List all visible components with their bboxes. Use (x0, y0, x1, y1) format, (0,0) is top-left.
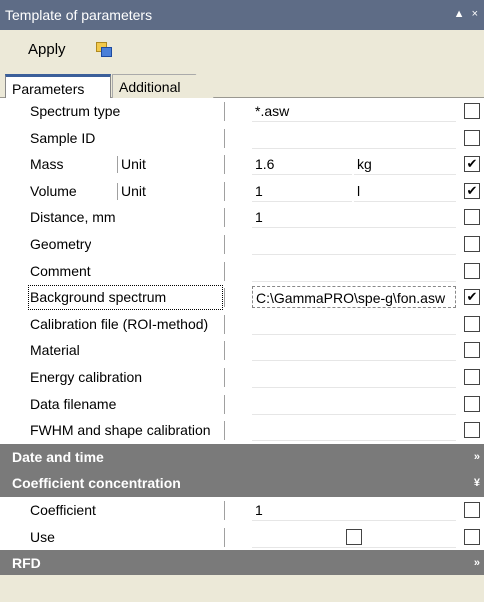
geometry-field[interactable] (252, 232, 456, 255)
section-coefficient-concentration[interactable]: Coefficient concentration ¥ (0, 470, 484, 497)
tab-additional[interactable]: Additional (112, 74, 214, 98)
energy-calibration-field[interactable] (252, 365, 456, 388)
comment-field[interactable] (252, 259, 456, 282)
unit-label: Unit (117, 151, 146, 178)
energy-calibration-checkbox[interactable] (464, 368, 480, 385)
distance-field[interactable]: 1 (252, 206, 456, 229)
data-filename-field[interactable] (252, 392, 456, 415)
material-checkbox[interactable] (464, 342, 480, 359)
calibration-file-field[interactable] (252, 312, 456, 335)
volume-unit-field[interactable]: l (354, 179, 456, 202)
sample-id-checkbox[interactable] (464, 129, 480, 146)
volume-checkbox[interactable]: ✔ (464, 182, 480, 199)
distance-checkbox[interactable] (464, 209, 480, 226)
mass-field[interactable]: 1.6 (252, 153, 352, 176)
row-label: FWHM and shape calibration (30, 422, 211, 439)
section-label: RFD (12, 555, 41, 572)
section-label: Coefficient concentration (12, 475, 181, 492)
row-use[interactable]: Use (0, 523, 484, 551)
mass-checkbox[interactable]: ✔ (464, 156, 480, 173)
collapse-icon[interactable]: ¥ (474, 470, 480, 497)
row-label: Calibration file (ROI-method) (30, 315, 209, 332)
row-label: Energy calibration (30, 368, 143, 385)
row-label: Spectrum type (30, 103, 121, 119)
section-date-time[interactable]: Date and time » (0, 443, 484, 471)
row-calibration-file[interactable]: Calibration file (ROI-method) (0, 310, 484, 338)
row-label: Data filename (30, 395, 117, 412)
sample-id-field[interactable] (252, 126, 456, 149)
row-label: Mass (30, 156, 64, 173)
window-title: Template of parameters (5, 7, 153, 23)
row-comment[interactable]: Comment (0, 257, 484, 285)
row-label: Sample ID (30, 129, 96, 146)
toolbar: Apply (0, 30, 484, 68)
row-label: Distance, mm (30, 209, 116, 226)
spectrum-type-field[interactable]: *.asw (252, 100, 456, 122)
section-label: Date and time (12, 448, 104, 465)
apply-button[interactable]: Apply (28, 41, 66, 58)
row-mass[interactable]: Mass Unit 1.6 kg ✔ (0, 151, 484, 178)
spectrum-type-checkbox[interactable] (464, 103, 480, 119)
row-sample-id[interactable]: Sample ID (0, 124, 484, 152)
row-label: Use (30, 528, 55, 545)
expand-icon[interactable]: » (474, 550, 480, 577)
volume-field[interactable]: 1 (252, 179, 352, 202)
row-volume[interactable]: Volume Unit 1 l ✔ (0, 177, 484, 205)
data-filename-checkbox[interactable] (464, 395, 480, 412)
material-field[interactable] (252, 339, 456, 362)
window-controls[interactable]: ▲ × (454, 8, 480, 20)
row-coefficient[interactable]: Coefficient 1 (0, 496, 484, 524)
fwhm-checkbox[interactable] (464, 422, 480, 439)
fwhm-field[interactable] (252, 419, 456, 442)
row-label: Volume (30, 182, 77, 199)
tab-strip: Additional Parameters (0, 68, 484, 98)
section-rfd[interactable]: RFD » (0, 550, 484, 577)
row-label: Geometry (30, 235, 92, 252)
property-grid: Spectrum type *.asw Sample ID Mass Unit … (0, 98, 484, 577)
coefficient-checkbox[interactable] (464, 501, 480, 518)
expand-icon[interactable]: » (474, 444, 480, 471)
empty-area (0, 575, 484, 602)
tab-parameters[interactable]: Parameters (5, 74, 111, 98)
use-inline-checkbox[interactable] (346, 528, 362, 545)
mass-unit-field[interactable]: kg (354, 153, 456, 176)
row-fwhm-shape[interactable]: FWHM and shape calibration (0, 417, 484, 444)
row-material[interactable]: Material (0, 337, 484, 364)
row-data-filename[interactable]: Data filename (0, 390, 484, 418)
row-label: Coefficient (30, 501, 96, 518)
row-label: Background spectrum (27, 284, 224, 311)
window-titlebar: Template of parameters ▲ × (0, 0, 484, 30)
use-checkbox[interactable] (464, 528, 480, 545)
copy-icon[interactable] (95, 42, 112, 57)
row-geometry[interactable]: Geometry (0, 230, 484, 258)
row-label: Material (30, 342, 80, 359)
geometry-checkbox[interactable] (464, 235, 480, 252)
row-background-spectrum[interactable]: Background spectrum C:\GammaPRO\spe-g\fo… (0, 284, 484, 311)
row-label: Comment (30, 262, 91, 279)
background-spectrum-checkbox[interactable]: ✔ (464, 289, 480, 306)
unit-label: Unit (117, 178, 146, 205)
background-spectrum-field[interactable]: C:\GammaPRO\spe-g\fon.asw (252, 286, 456, 309)
coefficient-field[interactable]: 1 (252, 498, 456, 521)
row-spectrum-type[interactable]: Spectrum type *.asw (0, 98, 484, 125)
comment-checkbox[interactable] (464, 262, 480, 279)
row-energy-calibration[interactable]: Energy calibration (0, 363, 484, 391)
calibration-file-checkbox[interactable] (464, 315, 480, 332)
row-distance[interactable]: Distance, mm 1 (0, 204, 484, 231)
